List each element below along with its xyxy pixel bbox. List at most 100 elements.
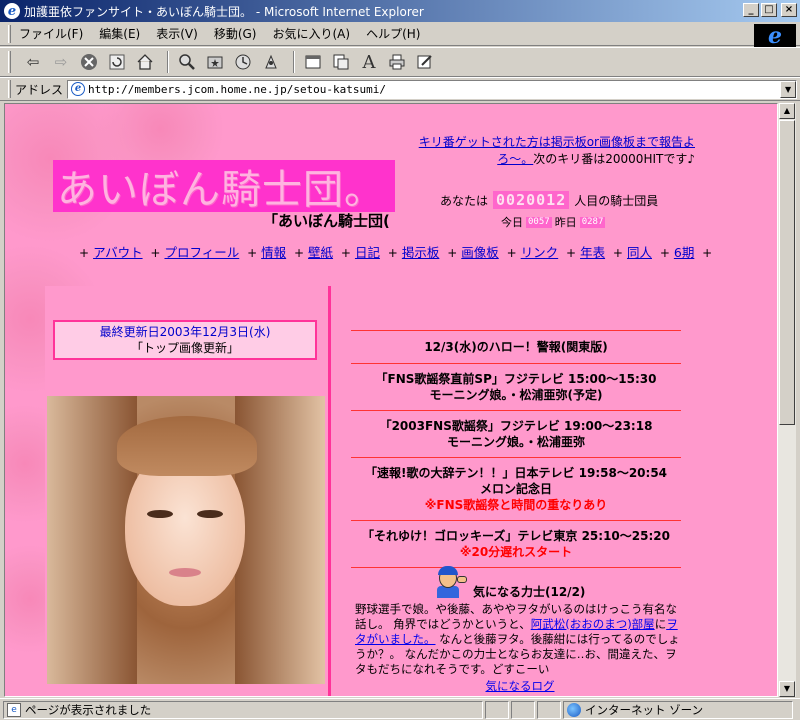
visitor-count: 0020012 (492, 190, 571, 210)
menu-help[interactable]: ヘルプ(H) (366, 25, 420, 42)
nav-chronology[interactable]: 年表 (580, 245, 605, 260)
standard-toolbar: ⇦ ⇨ A (0, 47, 800, 77)
toolbar-separator (293, 51, 295, 73)
menu-bar: ファイル(F) 編集(E) 表示(V) 移動(G) お気に入り(A) ヘルプ(H… (0, 22, 800, 46)
menu-edit[interactable]: 編集(E) (99, 25, 140, 42)
page-viewport: あいぼん騎士団。 「あいぼん騎士団( キリ番ゲットされた方は掲示板or画像板まで… (4, 103, 778, 697)
kiriban-next-text: 次のキリ番は20000HITです♪ (533, 152, 695, 166)
status-pane (537, 700, 561, 719)
column-title: 気になる力士(12/2) (473, 585, 586, 599)
menubar-grip (8, 24, 11, 43)
addressbar-grip (8, 80, 11, 98)
nav-6th-gen[interactable]: 6期 (674, 245, 694, 260)
news-item: 「FNS歌謡祭直前SP」フジテレビ 15:00～15:30 モーニング娘。・松浦… (351, 364, 681, 410)
news-item-cast: モーニング娘。・松浦亜弥 (446, 435, 585, 449)
news-item-title: 「速報!歌の大辞テン！！」日本テレビ 19:58～20:54 (364, 466, 668, 480)
column-log-link[interactable]: 気になるログ (486, 679, 555, 693)
mail-icon[interactable] (329, 50, 353, 74)
status-pane (485, 700, 509, 719)
column-divider (328, 286, 331, 696)
home-icon[interactable] (133, 50, 157, 74)
news-item-warning: ※20分遅れスタート (459, 545, 573, 559)
address-label: アドレス (15, 82, 64, 97)
address-input[interactable]: e http://members.jcom.home.ne.jp/setou-k… (67, 79, 798, 99)
column-text: に (654, 617, 667, 631)
site-logo-text: あいぼん騎士団。 (57, 167, 385, 213)
close-button[interactable]: × (781, 3, 797, 17)
address-dropdown-icon[interactable]: ▼ (780, 80, 797, 98)
nav-bbs[interactable]: 掲示板 (402, 245, 440, 260)
news-item-warning: ※FNS歌謡祭と時間の重なりあり (424, 498, 608, 512)
site-subtitle: 「あいぼん騎士団( (263, 212, 390, 230)
news-item: 「2003FNS歌謡祭」フジテレビ 19:00～23:18 モーニング娘。・松浦… (351, 411, 681, 457)
toolbar-grip (8, 51, 11, 73)
menu-view[interactable]: 表示(V) (156, 25, 198, 42)
kiriban-notice: キリ番ゲットされた方は掲示板or画像板まで報告よろ～。次のキリ番は20000HI… (415, 134, 695, 168)
menu-file[interactable]: ファイル(F) (19, 25, 83, 42)
nav-about[interactable]: アバウト (93, 245, 143, 260)
window-title: 加護亜依ファンサイト・あいぼん騎士団。 - Microsoft Internet… (24, 4, 424, 19)
today-label: 今日 (501, 216, 523, 229)
nav-doujin[interactable]: 同人 (627, 245, 652, 260)
status-pane (511, 700, 535, 719)
news-item-title: 「2003FNS歌謡祭」フジテレビ 19:00～23:18 (379, 419, 653, 433)
last-update-date: 最終更新日2003年12月3日(水) (99, 325, 271, 339)
nav-info[interactable]: 情報 (261, 245, 286, 260)
maximize-button[interactable]: □ (761, 3, 777, 17)
hello-alert: 12/3(水)のハロー！警報(関東版) 「FNS歌謡祭直前SP」フジテレビ 15… (351, 330, 681, 568)
column-header: 気になる力士(12/2) (435, 566, 685, 600)
status-text: ページが表示されました (25, 702, 152, 717)
nav-image-bbs[interactable]: 画像板 (461, 245, 499, 260)
page-done-icon: e (7, 702, 21, 717)
forward-icon[interactable]: ⇨ (49, 50, 73, 74)
top-photo (47, 396, 325, 684)
page-icon: e (71, 82, 86, 96)
news-header: 12/3(水)のハロー！警報(関東版) (424, 340, 608, 354)
menu-favorites[interactable]: お気に入り(A) (272, 25, 350, 42)
print-icon[interactable] (385, 50, 409, 74)
last-update-box: 最終更新日2003年12月3日(水) 「トップ画像更新」 (53, 320, 317, 360)
ie-throbber-icon: e (754, 24, 796, 48)
scroll-thumb[interactable] (779, 120, 795, 425)
security-zone-pane: インターネット ゾーン (563, 700, 793, 719)
news-item-cast: メロン記念日 (479, 482, 552, 496)
channels-icon[interactable] (259, 50, 283, 74)
minimize-button[interactable]: _ (743, 3, 759, 17)
back-icon[interactable]: ⇦ (21, 50, 45, 74)
menu-go[interactable]: 移動(G) (214, 25, 257, 42)
news-item-title: 「FNS歌謡祭直前SP」フジテレビ 15:00～15:30 (375, 372, 657, 386)
address-url[interactable]: http://members.jcom.home.ne.jp/setou-kat… (88, 83, 386, 96)
nav-links[interactable]: リンク (521, 245, 559, 260)
history-icon[interactable] (231, 50, 255, 74)
favorites-icon[interactable] (203, 50, 227, 74)
column-link-stable[interactable]: 阿武松(おおのまつ)部屋 (531, 617, 655, 631)
status-text-pane: e ページが表示されました (3, 700, 483, 719)
scroll-up-icon[interactable]: ▲ (779, 103, 795, 119)
yesterday-label: 昨日 (554, 216, 577, 229)
edit-icon[interactable] (413, 50, 437, 74)
search-icon[interactable] (175, 50, 199, 74)
address-bar: アドレス e http://members.jcom.home.ne.jp/se… (0, 77, 800, 101)
news-item-cast: モーニング娘。・松浦亜弥(予定) (429, 388, 603, 402)
nav-profile[interactable]: プロフィール (164, 245, 239, 260)
nav-wallpaper[interactable]: 壁紙 (308, 245, 333, 260)
zone-text: インターネット ゾーン (585, 702, 704, 717)
toolbar-separator (167, 51, 169, 73)
nav-diary[interactable]: 日記 (355, 245, 380, 260)
stop-icon[interactable] (77, 50, 101, 74)
sumo-column: 気になる力士(12/2) 野球選手で娘。や後藤、あややヲタがいるのはけっこう有名… (355, 566, 685, 694)
daily-counter: 今日 0057 昨日 0287 (501, 214, 608, 230)
internet-zone-icon (567, 702, 581, 717)
pointing-man-icon (435, 566, 469, 600)
visitor-prefix: あなたは (440, 193, 489, 208)
scroll-down-icon[interactable]: ▼ (779, 681, 795, 697)
news-rule (351, 567, 681, 568)
status-bar: e ページが表示されました インターネット ゾーン (0, 698, 800, 720)
site-logo: あいぼん騎士団。 (53, 160, 395, 213)
fullscreen-icon[interactable] (301, 50, 325, 74)
visitor-counter: あなたは 0020012 人目の騎士団員 (440, 190, 658, 210)
site-nav: + アバウト + プロフィール + 情報 + 壁紙 + 日記 + 掲示板 + 画像板 + リンク… (79, 245, 713, 260)
font-icon[interactable]: A (357, 50, 381, 74)
vertical-scrollbar[interactable]: ▲ ▼ (778, 103, 796, 697)
refresh-icon[interactable] (105, 50, 129, 74)
